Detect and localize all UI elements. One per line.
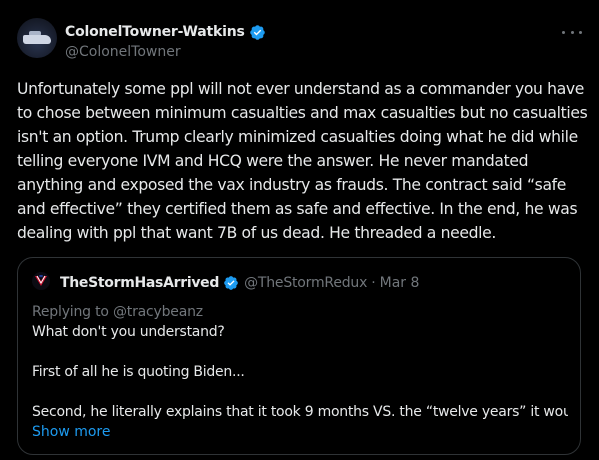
author-display-name[interactable]: ColonelTowner-Watkins	[65, 24, 245, 40]
replying-prefix: Replying to	[32, 304, 113, 320]
quoted-handle[interactable]: @TheStormRedux	[244, 275, 367, 291]
q-avatar-icon	[32, 272, 50, 290]
quoted-display-name[interactable]: TheStormHasArrived	[60, 275, 219, 291]
verified-badge-icon[interactable]	[249, 24, 266, 41]
author-name-row: ColonelTowner-Watkins	[65, 22, 266, 42]
replying-mention[interactable]: @tracybeanz	[113, 304, 203, 320]
tweet-text: Unfortunately some ppl will not ever und…	[17, 80, 588, 242]
quoted-blank-line	[32, 382, 568, 402]
quoted-line: What don't you understand?	[32, 324, 225, 340]
quoted-line: Second, he literally explains that it to…	[32, 404, 568, 420]
quoted-date[interactable]: Mar 8	[380, 275, 420, 291]
more-options-icon[interactable]	[562, 24, 582, 40]
author-avatar[interactable]	[17, 18, 57, 58]
ship-icon	[23, 35, 51, 44]
quoted-header: TheStormHasArrived @TheStormRedux · Mar …	[60, 273, 419, 293]
replying-to: Replying to @tracybeanz	[32, 304, 203, 320]
quoted-tweet-card[interactable]: TheStormHasArrived @TheStormRedux · Mar …	[17, 257, 581, 455]
quoted-line: First of all he is quoting Biden...	[32, 364, 245, 380]
author-handle[interactable]: @ColonelTowner	[65, 44, 181, 60]
quoted-text: What don't you understand? First of all …	[32, 322, 568, 422]
quoted-author-avatar[interactable]	[32, 272, 50, 290]
show-more-link[interactable]: Show more	[32, 424, 111, 440]
quoted-separator: ·	[371, 275, 376, 291]
quoted-blank-line	[32, 342, 568, 362]
quoted-verified-badge-icon[interactable]	[223, 275, 239, 291]
